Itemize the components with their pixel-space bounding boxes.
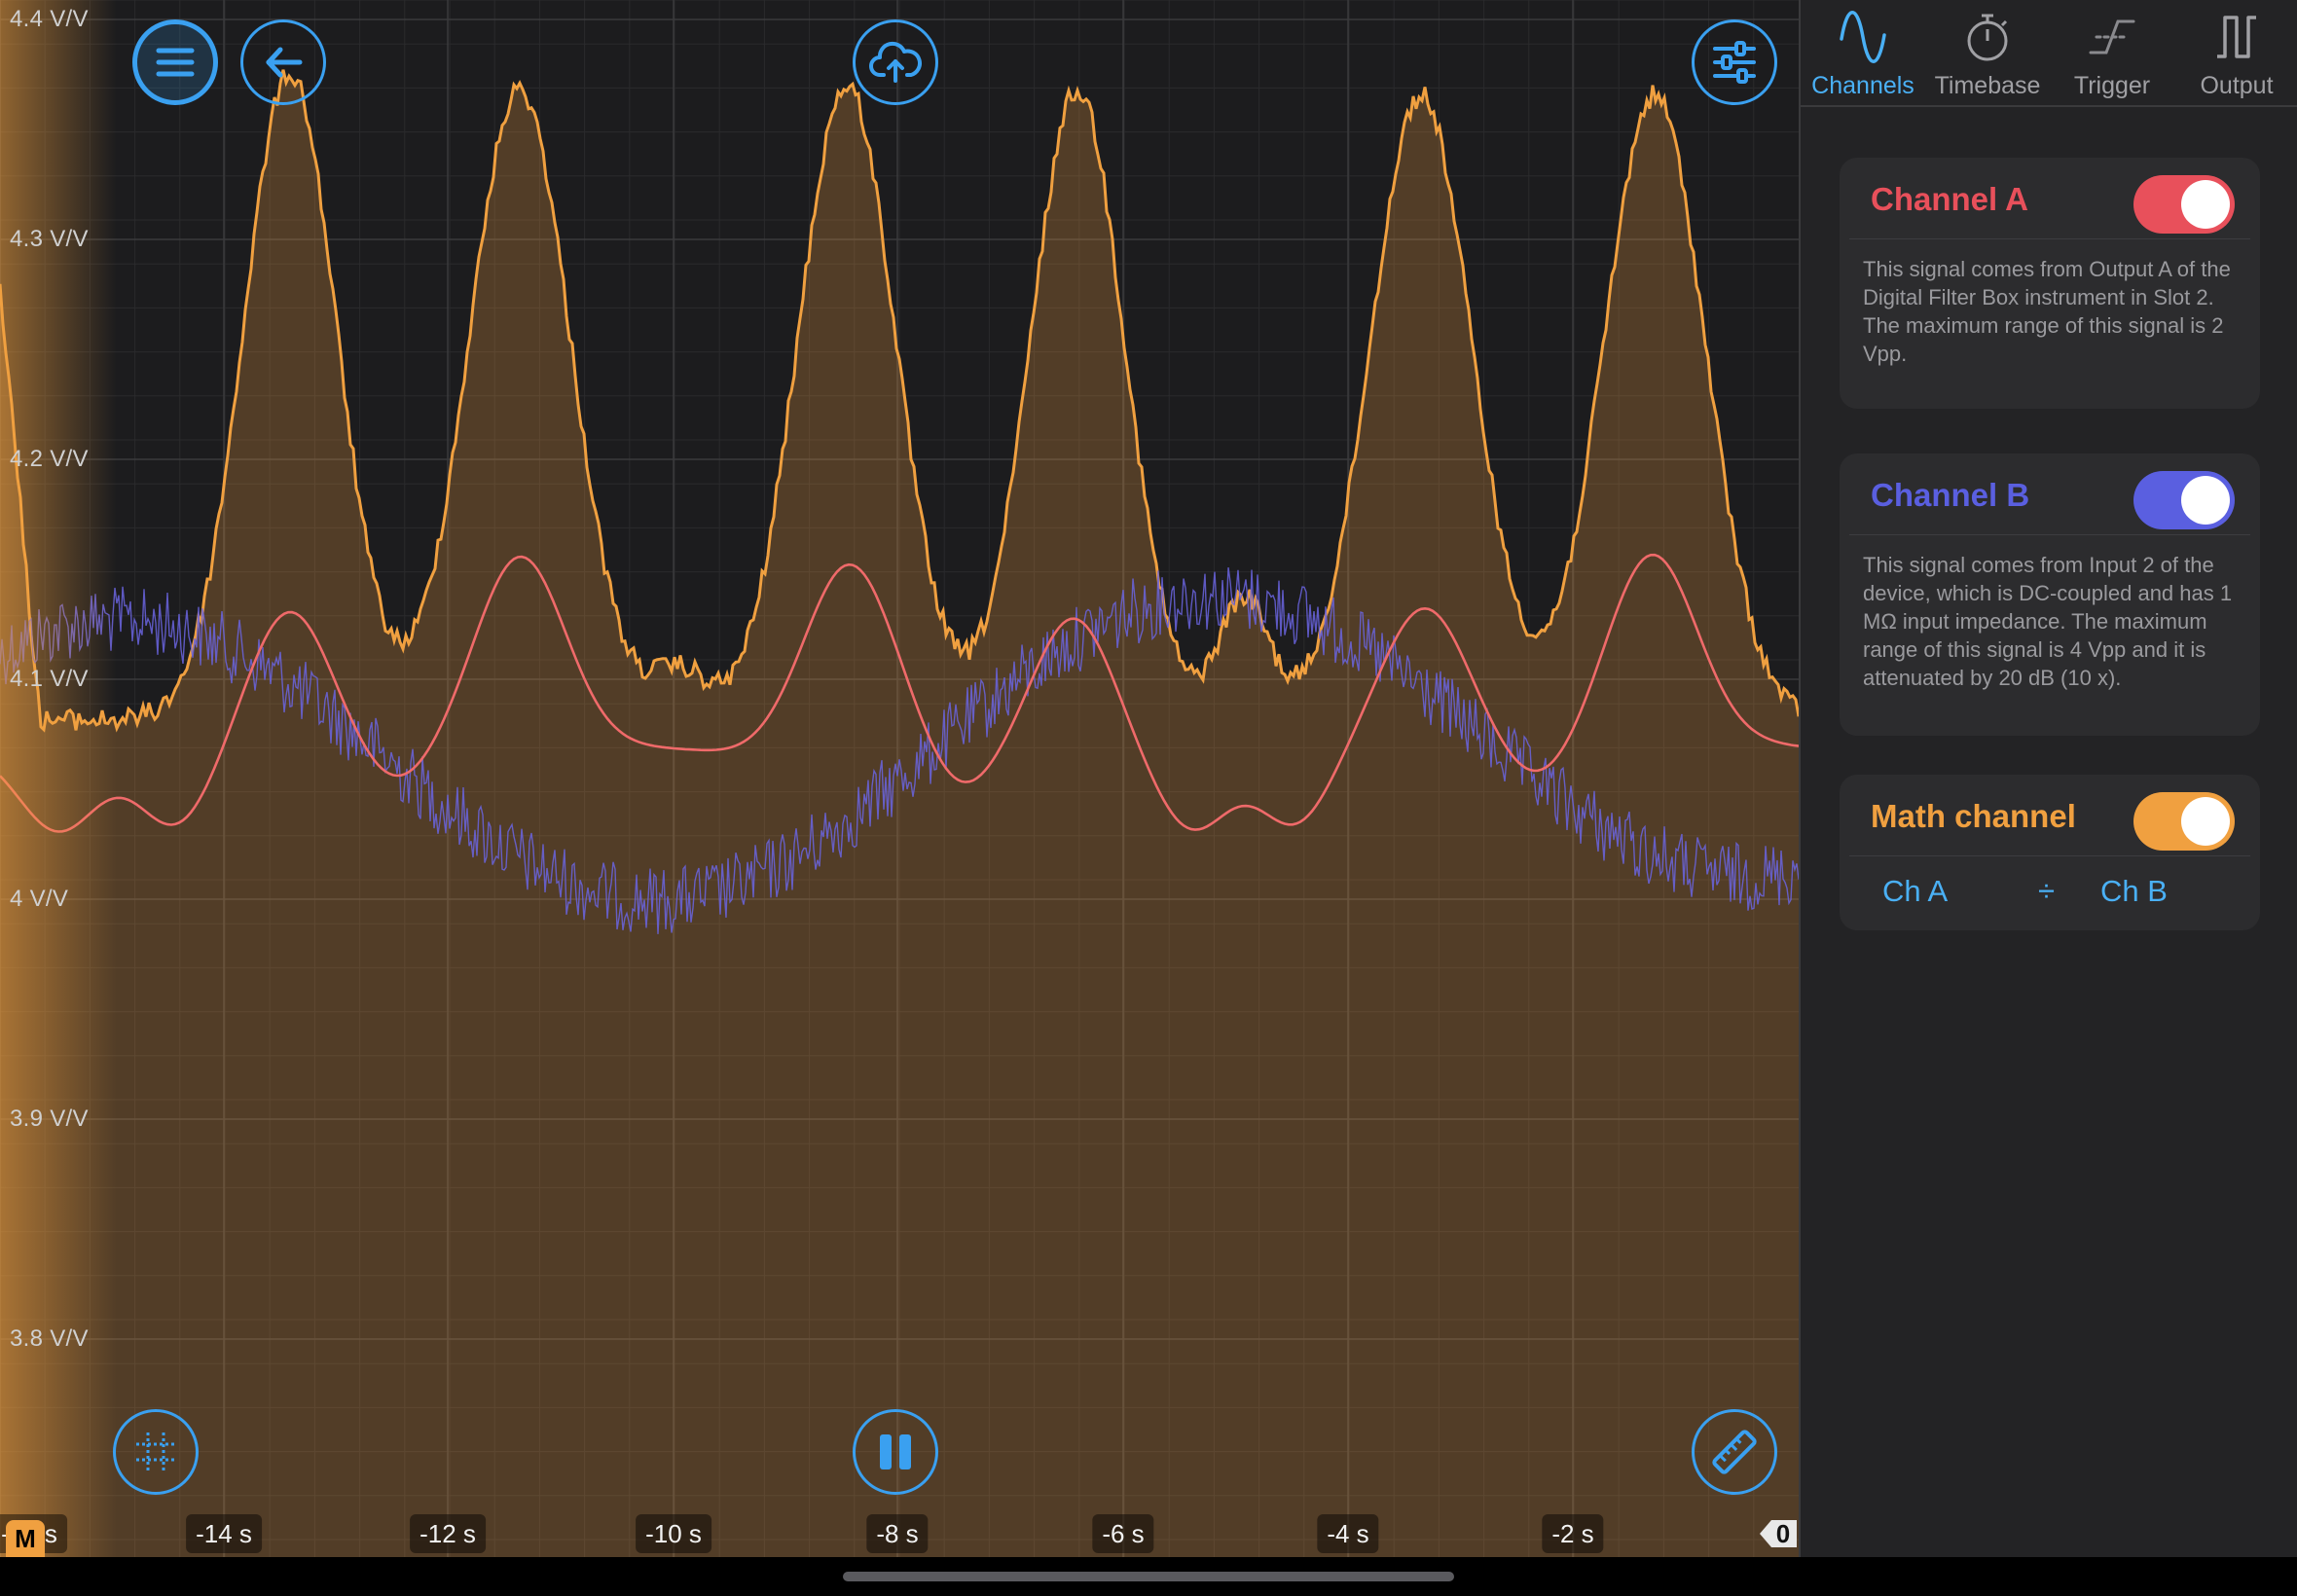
tab-timebase[interactable]: Timebase	[1925, 0, 2050, 105]
square-wave-icon	[2217, 16, 2256, 58]
tab-label: Channels	[1811, 72, 1914, 99]
x-axis-label: -8 s	[866, 1514, 929, 1553]
settings-button[interactable]	[1692, 19, 1777, 105]
math-operand-1[interactable]: Ch A	[1882, 874, 1948, 909]
tab-output[interactable]: Output	[2174, 0, 2297, 105]
channel-b-card: Channel B This signal comes from Input 2…	[1840, 453, 2260, 736]
stopwatch-icon	[1967, 14, 2008, 61]
channel-b-toggle[interactable]	[2133, 471, 2235, 529]
trigger-zero-marker[interactable]: 0	[1758, 1516, 1799, 1551]
menu-button[interactable]	[132, 19, 218, 105]
math-channel-header: Math channel	[1849, 775, 2250, 856]
ruler-icon	[1712, 1430, 1757, 1474]
math-channel-card: Math channel Ch A ÷ Ch B	[1840, 775, 2260, 930]
x-axis-label: -2 s	[1542, 1514, 1604, 1553]
math-expression: Ch A ÷ Ch B	[1840, 856, 2260, 926]
svg-text:0: 0	[1776, 1519, 1790, 1548]
measure-button[interactable]	[1692, 1409, 1777, 1495]
tab-bar: Channels Timebase Trigger Output	[1801, 0, 2297, 107]
x-axis-label: -12 s	[410, 1514, 486, 1553]
settings-panel: Channels Timebase Trigger Output Channel…	[1799, 0, 2297, 1557]
y-axis-label: 4.1 V/V	[10, 666, 89, 692]
sine-wave-icon	[1840, 11, 1886, 63]
grid-button[interactable]	[113, 1409, 199, 1495]
math-channel-title: Math channel	[1871, 798, 2076, 834]
upload-button[interactable]	[853, 19, 938, 105]
channel-a-description: This signal comes from Output A of the D…	[1863, 257, 2231, 366]
x-axis-label: -6 s	[1092, 1514, 1154, 1553]
sliders-icon	[1713, 41, 1756, 84]
tab-label: Output	[2200, 72, 2274, 99]
x-axis-label: -14 s	[186, 1514, 262, 1553]
toggle-knob	[2181, 797, 2230, 846]
math-operand-2[interactable]: Ch B	[2100, 874, 2168, 909]
channel-a-title: Channel A	[1871, 181, 2028, 217]
y-axis-label: 3.9 V/V	[10, 1106, 89, 1132]
math-channel-toggle[interactable]	[2133, 792, 2235, 851]
grid-icon	[136, 1433, 175, 1471]
channel-a-toggle[interactable]	[2133, 175, 2235, 234]
back-arrow-icon	[266, 47, 303, 78]
y-axis-label: 4.2 V/V	[10, 446, 89, 472]
menu-icon	[156, 48, 195, 77]
home-indicator	[843, 1572, 1454, 1581]
toggle-knob	[2181, 180, 2230, 229]
pause-icon	[880, 1434, 911, 1469]
y-axis-label: 4.4 V/V	[10, 6, 89, 32]
x-axis-label: -4 s	[1317, 1514, 1379, 1553]
pause-button[interactable]	[853, 1409, 938, 1495]
math-channel-marker[interactable]: M	[6, 1520, 45, 1557]
tab-channels[interactable]: Channels	[1801, 0, 1925, 105]
tab-trigger[interactable]: Trigger	[2050, 0, 2174, 105]
back-button[interactable]	[240, 19, 326, 105]
math-operator[interactable]: ÷	[2038, 874, 2055, 909]
channel-b-title: Channel B	[1871, 477, 2030, 513]
cloud-upload-icon	[869, 41, 922, 83]
toggle-knob	[2181, 476, 2230, 525]
x-axis-label: -10 s	[636, 1514, 711, 1553]
trigger-edge-icon	[2089, 19, 2135, 54]
oscilloscope-plot[interactable]: 4.4 V/V 4.3 V/V 4.2 V/V 4.1 V/V 4 V/V 3.…	[0, 0, 1799, 1557]
tab-label: Trigger	[2073, 72, 2151, 99]
channel-a-header: Channel A	[1849, 158, 2250, 239]
y-axis-label: 3.8 V/V	[10, 1325, 89, 1352]
channel-a-card: Channel A This signal comes from Output …	[1840, 158, 2260, 409]
channel-b-header: Channel B	[1849, 453, 2250, 535]
y-axis-label: 4.3 V/V	[10, 226, 89, 252]
plot-canvas	[0, 0, 1799, 1557]
tab-label: Timebase	[1934, 72, 2041, 99]
channel-b-description: This signal comes from Input 2 of the de…	[1863, 553, 2233, 690]
y-axis-label: 4 V/V	[10, 886, 69, 912]
